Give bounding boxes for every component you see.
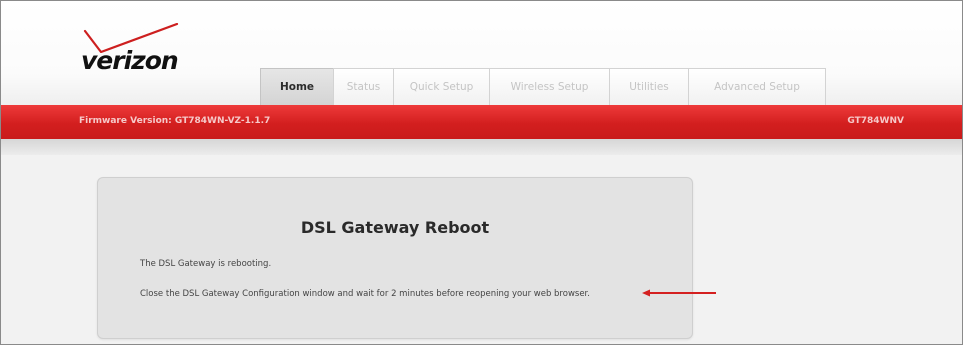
logo-text: verizon (81, 46, 179, 75)
tab-advanced-setup[interactable]: Advanced Setup (688, 68, 826, 105)
tab-utilities[interactable]: Utilities (609, 68, 689, 105)
info-bar: Firmware Version: GT784WN-VZ-1.1.7 GT784… (1, 105, 962, 139)
tab-quick-setup[interactable]: Quick Setup (393, 68, 490, 105)
nav-tabs: Home Status Quick Setup Wireless Setup U… (260, 68, 826, 105)
tab-wireless-setup[interactable]: Wireless Setup (489, 68, 610, 105)
page-title: DSL Gateway Reboot (300, 218, 490, 237)
header: verizon Home Status Quick Setup Wireless… (1, 1, 962, 105)
instruction-text: Close the DSL Gateway Configuration wind… (140, 289, 590, 299)
status-text: The DSL Gateway is rebooting. (140, 259, 272, 269)
firmware-version: Firmware Version: GT784WN-VZ-1.1.7 (79, 116, 271, 126)
router-admin-window: verizon Home Status Quick Setup Wireless… (0, 0, 963, 345)
tab-home[interactable]: Home (260, 68, 334, 105)
verizon-logo[interactable]: verizon (79, 23, 189, 79)
model-name: GT784WNV (847, 116, 904, 126)
sub-bar (1, 139, 962, 155)
red-arrow-annotation (642, 289, 716, 297)
reboot-panel: DSL Gateway Reboot The DSL Gateway is re… (97, 177, 693, 339)
tab-status[interactable]: Status (333, 68, 394, 105)
